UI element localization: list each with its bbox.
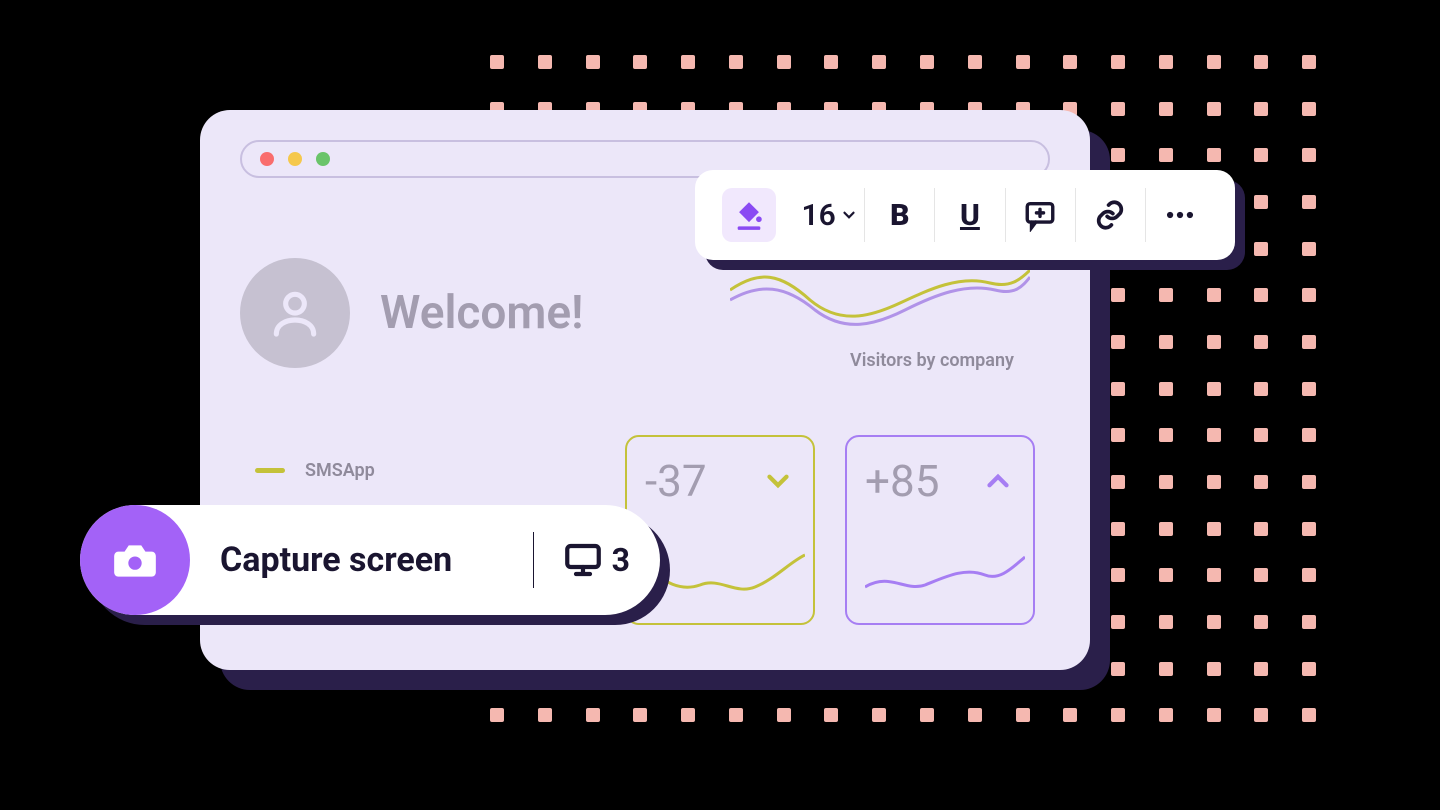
capture-pill: Capture screen 3 [80, 505, 660, 615]
comment-button[interactable] [1006, 188, 1076, 242]
chevron-up-icon [981, 464, 1015, 498]
more-button[interactable] [1146, 188, 1215, 242]
user-icon [267, 285, 323, 341]
link-icon [1093, 198, 1127, 232]
stat-card-b[interactable]: +85 [845, 435, 1035, 625]
link-button[interactable] [1076, 188, 1146, 242]
comment-add-icon [1023, 198, 1057, 232]
chevron-down-icon [840, 206, 858, 224]
capture-screen-button[interactable] [80, 505, 190, 615]
bold-icon: B [890, 198, 909, 233]
font-size-value: 16 [801, 198, 835, 233]
traffic-light-close-icon[interactable] [260, 152, 274, 166]
welcome-heading: Welcome! [380, 286, 583, 340]
avatar[interactable] [240, 258, 350, 368]
underline-icon: U [960, 198, 980, 233]
monitor-icon [562, 539, 604, 581]
chart-legend: SMSApp [255, 460, 375, 481]
legend-label: SMSApp [305, 460, 375, 481]
divider [533, 532, 534, 588]
screen-count-value: 3 [612, 541, 630, 579]
traffic-light-minimize-icon[interactable] [288, 152, 302, 166]
stat-trend-sparkline [865, 537, 1025, 607]
font-size-selector[interactable]: 16 [795, 188, 865, 242]
stat-value: -37 [645, 455, 707, 507]
camera-icon [110, 535, 160, 585]
capture-label: Capture screen [220, 540, 505, 580]
stat-value: +85 [865, 455, 939, 507]
chevron-down-icon [761, 464, 795, 498]
traffic-light-maximize-icon[interactable] [316, 152, 330, 166]
more-horizontal-icon [1163, 198, 1197, 232]
chart-caption: Visitors by company [850, 350, 1014, 371]
legend-swatch [255, 468, 285, 473]
bold-button[interactable]: B [865, 188, 935, 242]
paint-bucket-icon [732, 198, 766, 232]
underline-button[interactable]: U [935, 188, 1005, 242]
text-format-toolbar: 16 B U [695, 170, 1235, 260]
fill-color-button[interactable] [715, 188, 795, 242]
screen-count[interactable]: 3 [562, 539, 630, 581]
